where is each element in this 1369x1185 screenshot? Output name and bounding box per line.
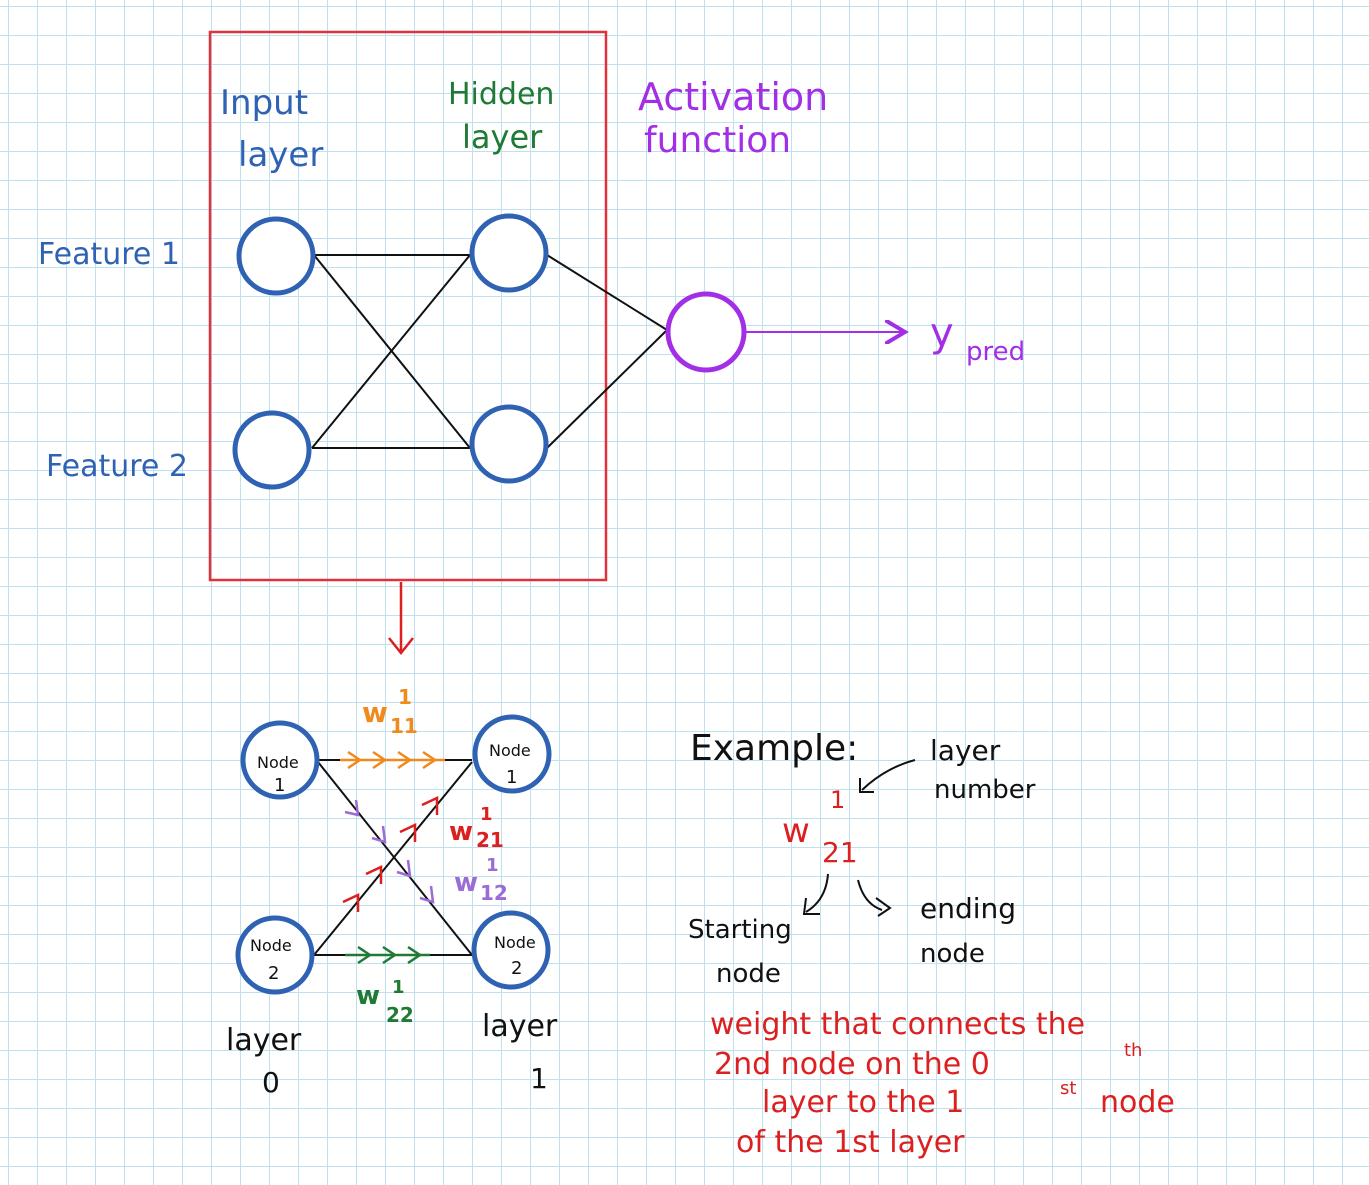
detail-node-l1-1-num: 1 [506, 767, 517, 788]
feature-1-label: Feature 1 [38, 237, 180, 272]
detail-node-l1-2-num: 2 [511, 958, 522, 979]
input-node-2 [232, 410, 312, 490]
zoom-arrow [388, 582, 414, 656]
input-node-1 [236, 216, 316, 296]
layer-number-label-1: layer [930, 734, 1001, 767]
example-title: Example: [690, 728, 858, 769]
w11-sub: 11 [390, 714, 418, 738]
w22-letter: w [356, 981, 380, 1011]
input-layer-label-1: Input [220, 83, 308, 123]
w22-sup: 1 [392, 977, 405, 998]
hidden-layer-label-1: Hidden [448, 77, 554, 112]
layer-number-pointer [859, 759, 916, 793]
hidden-node-1 [469, 213, 549, 293]
example-sub: 21 [822, 836, 858, 869]
explanation-line-3: layer to the 1 [762, 1085, 964, 1120]
layer1-label-1: layer [482, 1009, 558, 1044]
hidden-node-2 [469, 404, 549, 484]
explanation-line-2: 2nd node on the 0 [714, 1047, 990, 1082]
output-y-label: y [930, 310, 954, 356]
detail-node-l0-2-word: Node [250, 936, 292, 955]
explanation-node-word: node [1100, 1085, 1175, 1120]
w12-sup: 1 [486, 855, 499, 876]
hidden-layer-label-2: layer [462, 118, 543, 156]
feature-2-label: Feature 2 [46, 449, 188, 484]
w21-sub: 21 [476, 828, 504, 852]
explanation-line-4: of the 1st layer [736, 1125, 965, 1160]
w12-letter: w [454, 868, 478, 898]
w21-letter: w [449, 817, 473, 847]
ending-label-1: ending [920, 892, 1016, 925]
ending-label-2: node [920, 939, 985, 969]
ending-node-pointer [857, 879, 892, 917]
w11-letter: w [362, 696, 388, 729]
layer1-label-2: 1 [530, 1062, 548, 1095]
input-layer-label-2: layer [238, 135, 323, 175]
starting-label-1: Starting [688, 915, 792, 945]
detail-node-l1-2-word: Node [494, 933, 536, 952]
activation-label-1: Activation [638, 75, 828, 119]
w22-direction-chevrons [345, 945, 430, 965]
explanation-sup-st: st [1060, 1078, 1076, 1099]
neural-network-diagram: Input layer Hidden layer Activation func… [38, 30, 1175, 1160]
layer0-label-2: 0 [262, 1066, 280, 1099]
layer0-label-1: layer [226, 1023, 302, 1058]
w12-sub: 12 [480, 881, 508, 905]
output-pred-label: pred [966, 337, 1025, 367]
detail-node-l1-1-word: Node [489, 741, 531, 760]
starting-label-2: node [716, 959, 781, 989]
w21-sup: 1 [480, 804, 493, 825]
detail-node-l0-1-num: 1 [274, 775, 285, 796]
detail-connections [313, 759, 473, 956]
explanation-line-1: weight that connects the [710, 1007, 1085, 1042]
w11-direction-chevrons [340, 750, 445, 770]
layer-number-label-2: number [934, 775, 1036, 805]
explanation-sup-th: th [1124, 1040, 1142, 1061]
example-sup: 1 [830, 786, 845, 814]
detail-node-l0-1-word: Node [257, 753, 299, 772]
activation-label-2: function [644, 120, 791, 161]
detail-node-l0-2-num: 2 [268, 963, 279, 984]
starting-node-pointer [802, 873, 829, 915]
output-node [665, 291, 747, 373]
example-w: w [782, 811, 810, 851]
w11-sup: 1 [398, 685, 412, 709]
w22-sub: 22 [386, 1003, 414, 1027]
